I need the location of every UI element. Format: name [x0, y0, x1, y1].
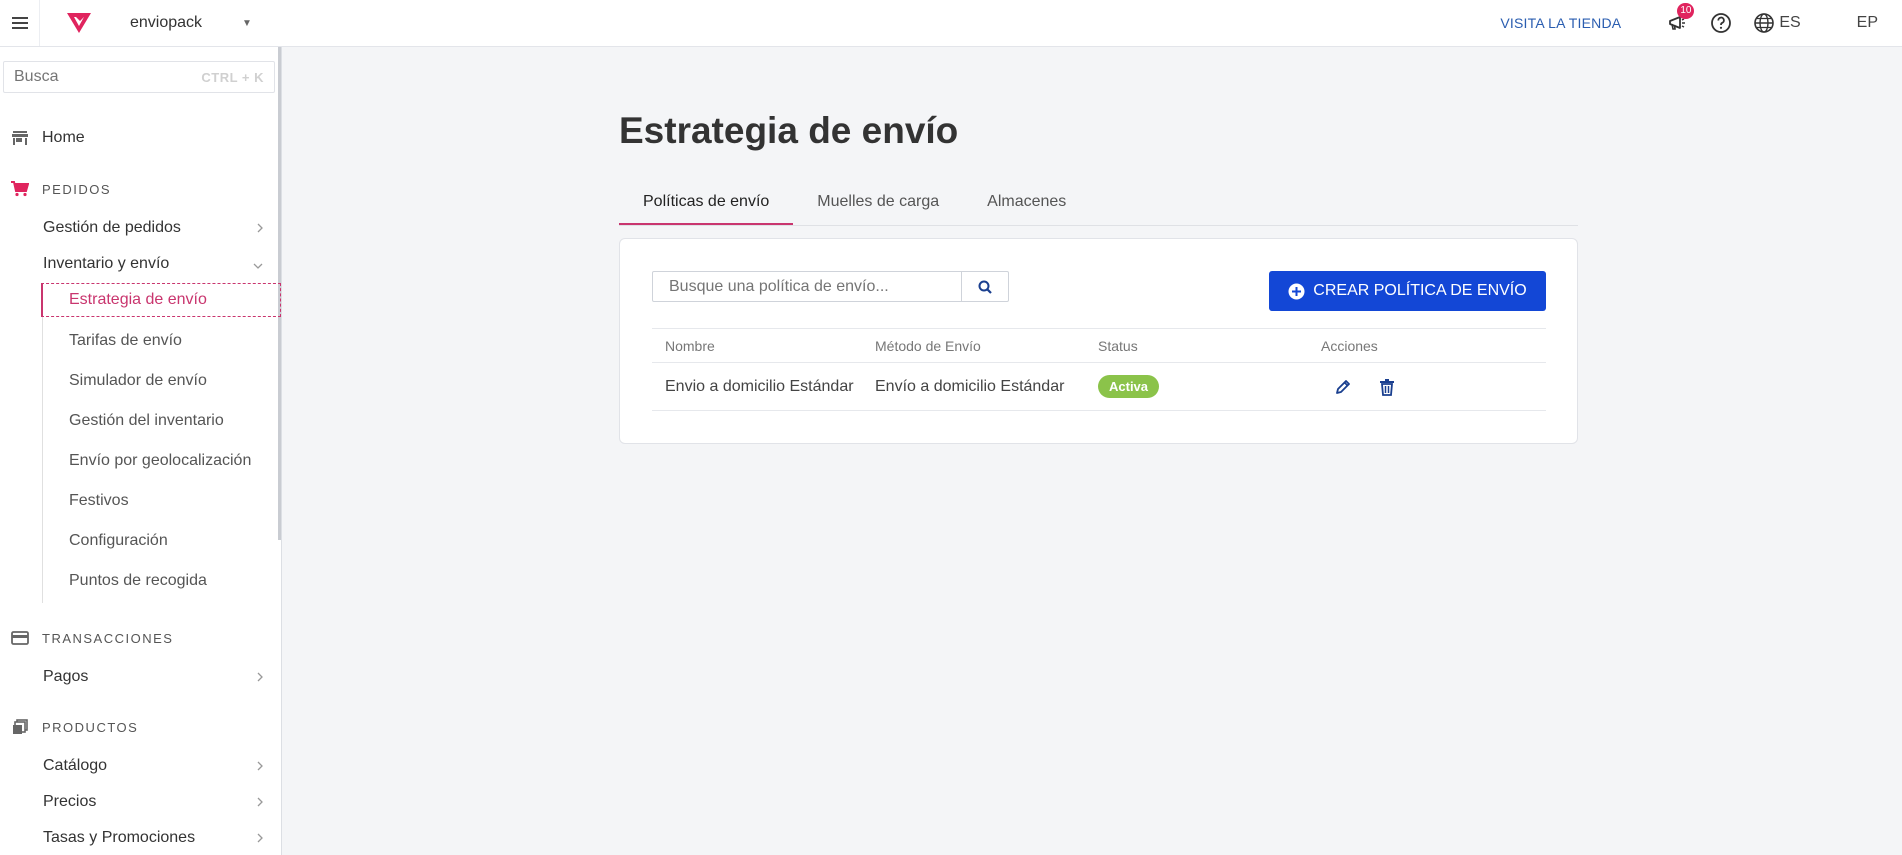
sidebar-item-label: Envío por geolocalización	[69, 452, 252, 469]
column-header-status[interactable]: Status	[1098, 338, 1321, 354]
search-button[interactable]	[961, 272, 1008, 301]
sidebar-item-geolocation-shipping[interactable]: Envío por geolocalización	[0, 444, 280, 478]
chevron-right-icon	[256, 670, 264, 688]
sidebar-item-label: Precios	[43, 793, 97, 810]
sidebar-item-pickup-points[interactable]: Puntos de recogida	[0, 564, 280, 598]
chevron-right-icon	[256, 759, 264, 777]
sidebar-item-label: Home	[42, 129, 85, 146]
store-icon	[10, 131, 30, 145]
sidebar: CTRL + K Home PEDIDOS Gestión de pedidos…	[0, 47, 282, 855]
sidebar-item-home[interactable]: Home	[0, 123, 280, 153]
create-policy-label: CREAR POLÍTICA DE ENVÍO	[1313, 282, 1527, 299]
search-shortcut-hint: CTRL + K	[201, 69, 264, 85]
sidebar-section-orders: PEDIDOS	[0, 174, 280, 204]
globe-icon	[1754, 13, 1775, 33]
page-title: Estrategia de envío	[619, 110, 959, 151]
sidebar-search[interactable]: CTRL + K	[3, 61, 275, 93]
sidebar-item-payments[interactable]: Pagos	[0, 662, 280, 692]
sidebar-item-label: Catálogo	[43, 757, 108, 774]
top-bar: enviopack ▼ VISITA LA TIENDA 10 ES EP	[0, 0, 1902, 47]
sidebar-item-label: Puntos de recogida	[69, 572, 207, 589]
sidebar-item-shipping-rates[interactable]: Tarifas de envío	[0, 324, 280, 358]
delete-button[interactable]	[1375, 375, 1399, 399]
sidebar-section-products: PRODUCTOS	[0, 712, 280, 742]
search-icon	[978, 280, 992, 294]
section-label: TRANSACCIONES	[42, 630, 174, 646]
language-code: ES	[1779, 14, 1801, 31]
policies-card: CREAR POLÍTICA DE ENVÍO Nombre Método de…	[619, 238, 1578, 444]
sidebar-item-inventory-shipping[interactable]: Inventario y envío	[0, 249, 280, 279]
create-policy-button[interactable]: CREAR POLÍTICA DE ENVÍO	[1269, 271, 1546, 311]
sidebar-item-label: Pagos	[43, 668, 89, 685]
table-row[interactable]: Envio a domicilio Estándar Envío a domic…	[652, 363, 1546, 411]
products-icon	[10, 719, 30, 735]
sidebar-item-prices[interactable]: Precios	[0, 787, 280, 817]
sidebar-item-label: Inventario y envío	[43, 255, 170, 272]
column-header-actions: Acciones	[1321, 337, 1378, 354]
tab-warehouses[interactable]: Almacenes	[963, 188, 1090, 225]
chevron-right-icon	[256, 831, 264, 849]
visit-store-link[interactable]: VISITA LA TIENDA	[1500, 15, 1621, 31]
chevron-right-icon	[256, 795, 264, 813]
sidebar-item-label: Tarifas de envío	[69, 332, 182, 349]
cell-status: Activa	[1098, 375, 1321, 398]
notification-badge: 10	[1677, 3, 1695, 19]
policy-search-input[interactable]	[653, 272, 961, 301]
policies-table: Nombre Método de Envío Status Acciones E…	[652, 328, 1546, 411]
brand-logo-icon[interactable]	[66, 11, 92, 35]
status-badge: Activa	[1098, 375, 1160, 398]
announcements-icon[interactable]: 10	[1665, 3, 1695, 35]
cell-shipping-method: Envío a domicilio Estándar	[875, 377, 1065, 395]
sidebar-item-inventory-management[interactable]: Gestión del inventario	[0, 404, 280, 438]
cell-actions	[1321, 375, 1546, 399]
store-name[interactable]: enviopack	[130, 14, 202, 32]
section-label: PRODUCTOS	[42, 719, 139, 735]
sidebar-item-taxes-promotions[interactable]: Tasas y Promociones	[0, 823, 280, 853]
help-icon[interactable]	[1709, 11, 1733, 35]
language-selector[interactable]: ES	[1753, 12, 1801, 34]
table-header: Nombre Método de Envío Status Acciones	[652, 328, 1546, 363]
sidebar-item-label: Configuración	[69, 532, 168, 549]
sidebar-item-label: Gestión del inventario	[69, 412, 224, 429]
sidebar-item-label: Festivos	[69, 492, 129, 509]
chevron-down-icon	[252, 257, 264, 275]
sidebar-item-label: Tasas y Promociones	[43, 829, 196, 846]
policy-search	[652, 271, 1009, 302]
sidebar-item-label: Simulador de envío	[69, 372, 207, 389]
column-header-method[interactable]: Método de Envío	[875, 338, 1098, 354]
column-header-name[interactable]: Nombre	[652, 338, 875, 354]
edit-button[interactable]	[1331, 375, 1355, 399]
tab-bar: Políticas de envío Muelles de carga Alma…	[619, 188, 1578, 226]
tab-loading-docks[interactable]: Muelles de carga	[793, 188, 963, 225]
sidebar-item-holidays[interactable]: Festivos	[0, 484, 280, 518]
sidebar-search-input[interactable]	[14, 68, 174, 86]
plus-circle-icon	[1288, 283, 1305, 300]
sidebar-item-configuration[interactable]: Configuración	[0, 524, 280, 558]
sidebar-item-label: Estrategia de envío	[69, 291, 207, 308]
sidebar-item-label: Gestión de pedidos	[43, 219, 181, 236]
pencil-icon	[1336, 379, 1350, 394]
store-dropdown-caret-icon[interactable]: ▼	[242, 18, 252, 29]
chevron-right-icon	[256, 221, 264, 239]
sidebar-item-catalog[interactable]: Catálogo	[0, 751, 280, 781]
trash-icon	[1380, 378, 1394, 396]
credit-card-icon	[10, 631, 30, 645]
tab-shipping-policies[interactable]: Políticas de envío	[619, 188, 794, 225]
hamburger-menu-icon[interactable]	[0, 0, 40, 46]
user-avatar[interactable]: EP	[1857, 14, 1878, 32]
sidebar-item-order-management[interactable]: Gestión de pedidos	[0, 213, 280, 243]
sidebar-section-transactions: TRANSACCIONES	[0, 623, 280, 653]
section-label: PEDIDOS	[42, 181, 112, 197]
sidebar-item-shipping-simulator[interactable]: Simulador de envío	[0, 364, 280, 398]
sidebar-item-shipping-strategy[interactable]: Estrategia de envío	[41, 283, 281, 317]
cart-icon	[10, 181, 30, 197]
cell-policy-name: Envio a domicilio Estándar	[665, 377, 854, 395]
